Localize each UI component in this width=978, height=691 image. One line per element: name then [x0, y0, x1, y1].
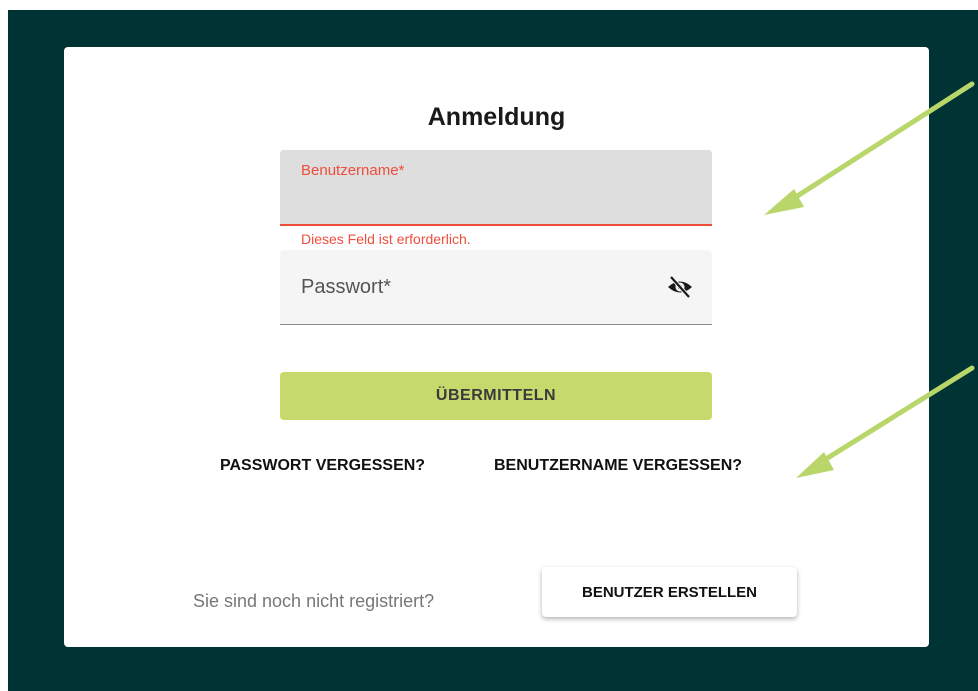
page-title: Anmeldung: [427, 103, 566, 131]
page-background: Anmeldung Benutzername* Dieses Feld ist …: [8, 10, 978, 691]
forgot-password-link[interactable]: PASSWORT VERGESSEN?: [220, 457, 425, 475]
password-label: Passwort*: [301, 276, 392, 298]
create-user-button[interactable]: BENUTZER ERSTELLEN: [542, 567, 797, 617]
username-field[interactable]: Benutzername*: [280, 150, 712, 226]
register-prompt: Sie sind noch nicht registriert?: [193, 591, 435, 611]
eye-off-icon[interactable]: [666, 275, 694, 299]
login-card: Anmeldung Benutzername* Dieses Feld ist …: [64, 47, 929, 647]
submit-button[interactable]: ÜBERMITTELN: [280, 372, 712, 420]
password-field[interactable]: Passwort*: [280, 250, 712, 325]
forgot-username-link[interactable]: BENUTZERNAME VERGESSEN?: [494, 457, 742, 475]
username-error-message: Dieses Feld ist erforderlich.: [301, 231, 471, 247]
username-label: Benutzername*: [301, 162, 405, 179]
